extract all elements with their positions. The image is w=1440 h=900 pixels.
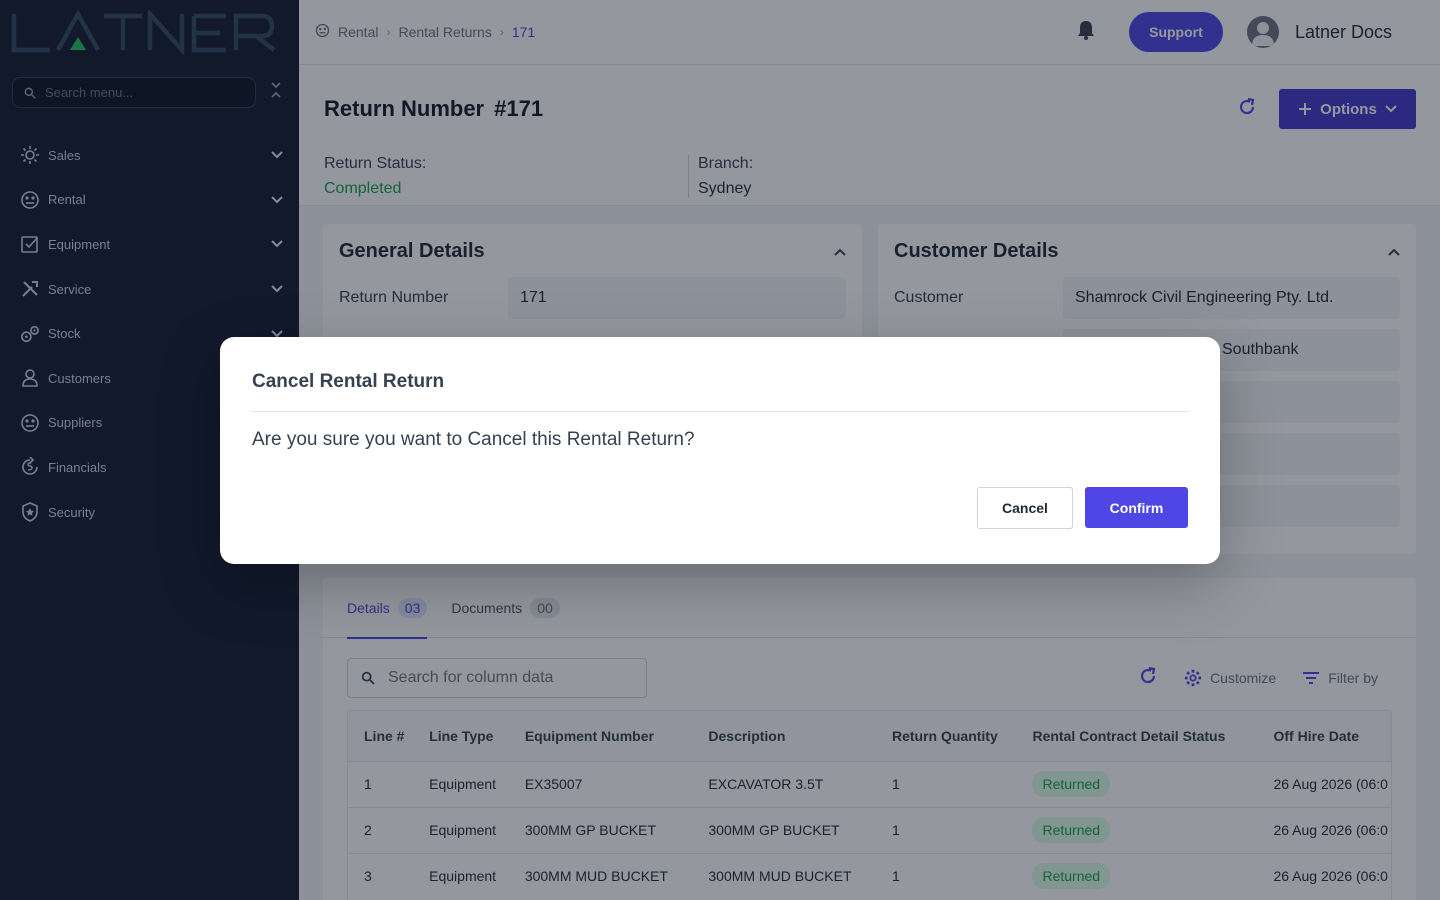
modal-message: Are you sure you want to Cancel this Ren… [252, 429, 695, 450]
cancel-rental-return-dialog: Cancel Rental Return Are you sure you wa… [220, 337, 1220, 564]
modal-title: Cancel Rental Return [252, 371, 1188, 412]
confirm-button[interactable]: Confirm [1085, 487, 1188, 528]
cancel-button[interactable]: Cancel [977, 487, 1073, 529]
